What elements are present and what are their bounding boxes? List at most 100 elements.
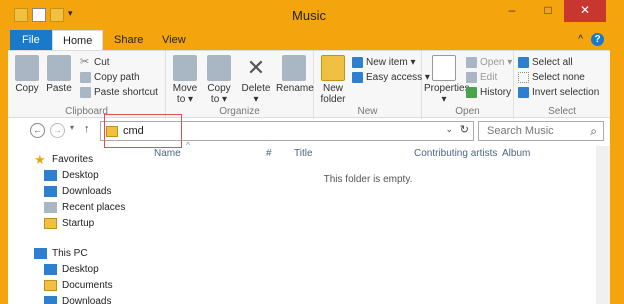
history-button[interactable]: History	[466, 87, 511, 98]
copy-path-button[interactable]: Copy path	[80, 72, 140, 83]
tab-home[interactable]: Home	[52, 30, 104, 50]
nav-pc-desktop[interactable]: Desktop	[44, 264, 99, 275]
nav-this-pc[interactable]: This PC	[34, 248, 88, 259]
nav-recent-places[interactable]: Recent places	[44, 202, 125, 213]
nav-favorites[interactable]: ★ Favorites	[34, 153, 94, 166]
search-box[interactable]: Search Music ⌕	[478, 121, 604, 141]
search-icon[interactable]: ⌕	[590, 124, 597, 139]
downloads-icon	[44, 296, 57, 304]
nav-downloads[interactable]: Downloads	[44, 186, 111, 197]
recent-places-icon	[44, 202, 57, 213]
nav-desktop[interactable]: Desktop	[44, 170, 99, 181]
downloads-icon	[44, 186, 57, 197]
column-header-contributing-artists[interactable]: Contributing artists	[414, 148, 497, 159]
forward-button[interactable]: →	[50, 123, 65, 138]
copy-to-icon	[207, 55, 231, 81]
nav-pc-downloads[interactable]: Downloads	[44, 296, 111, 304]
paste-label: Paste	[46, 83, 72, 94]
new-item-label: New item ▾	[366, 57, 416, 68]
empty-folder-message: This folder is empty.	[323, 174, 413, 185]
refresh-icon[interactable]: ↻	[460, 123, 469, 136]
delete-arrow: ▾	[253, 94, 259, 105]
column-header-number[interactable]: #	[266, 148, 272, 159]
invert-selection-label: Invert selection	[532, 87, 600, 98]
select-none-label: Select none	[532, 72, 585, 83]
minimize-button[interactable]: –	[498, 0, 526, 22]
back-button[interactable]: ←	[30, 123, 45, 138]
select-all-label: Select all	[532, 57, 573, 68]
nav-desktop-label: Desktop	[62, 170, 99, 181]
title-bar: ▾ Music – □ ✕	[8, 0, 610, 30]
move-to-button[interactable]: Move to ▾	[170, 55, 200, 105]
select-none-button[interactable]: Select none	[518, 72, 585, 83]
select-all-button[interactable]: Select all	[518, 57, 573, 68]
navigation-bar: ← → ▾ ↑ cmd ⌄ ↻ Search Music ⌕	[8, 120, 610, 142]
search-input[interactable]: Search Music	[487, 125, 554, 137]
cut-label: Cut	[94, 57, 110, 68]
collapse-ribbon-button[interactable]: ^	[578, 34, 583, 45]
open-button[interactable]: Open ▾	[466, 57, 512, 68]
nav-pc-documents[interactable]: Documents	[44, 280, 113, 291]
recent-locations-icon[interactable]: ▾	[70, 123, 74, 132]
column-header-name[interactable]: Name	[154, 148, 181, 159]
ribbon-controls: ^ ?	[578, 33, 604, 46]
copy-to-button[interactable]: Copy to ▾	[204, 55, 234, 105]
new-folder-button[interactable]: New folder	[318, 55, 348, 105]
up-button[interactable]: ↑	[84, 123, 90, 135]
select-all-icon	[518, 57, 529, 68]
organize-group-label: Organize	[219, 106, 260, 117]
copy-button[interactable]: Copy	[12, 55, 42, 94]
nav-pc-documents-label: Documents	[62, 280, 113, 291]
rename-label: Rename	[276, 83, 314, 94]
nav-startup[interactable]: Startup	[44, 218, 94, 229]
select-group-label: Select	[548, 106, 576, 117]
new-group: New folder New item ▾ Easy access ▾ New	[314, 51, 430, 119]
new-item-button[interactable]: New item ▾	[352, 57, 415, 68]
tab-share[interactable]: Share	[104, 30, 153, 50]
invert-selection-icon	[518, 87, 529, 98]
chevron-down-icon[interactable]: ⌄	[445, 124, 453, 135]
select-none-icon	[518, 72, 529, 83]
properties-arrow: ▾	[441, 94, 447, 105]
computer-icon	[34, 248, 47, 259]
edit-button[interactable]: Edit	[466, 72, 497, 83]
new-folder-label: New folder	[320, 83, 346, 105]
highlight-box	[104, 114, 182, 148]
paste-button[interactable]: Paste	[42, 55, 76, 94]
ribbon: Copy Paste ✂ Cut Copy path Paste shortcu…	[8, 50, 610, 119]
move-to-label: Move to ▾	[172, 83, 198, 105]
paste-shortcut-label: Paste shortcut	[94, 87, 158, 98]
rename-icon	[282, 55, 306, 81]
nav-favorites-label: Favorites	[52, 154, 94, 165]
column-header-title[interactable]: Title	[294, 148, 313, 159]
desktop-icon	[44, 170, 57, 181]
rename-button[interactable]: Rename	[276, 55, 314, 94]
new-folder-icon	[321, 55, 345, 81]
easy-access-button[interactable]: Easy access ▾	[352, 72, 430, 83]
paste-shortcut-button[interactable]: Paste shortcut	[80, 87, 158, 98]
help-icon[interactable]: ?	[591, 33, 604, 46]
delete-button[interactable]: ✕ Delete ▾	[240, 55, 272, 105]
organize-group: Move to ▾ Copy to ▾ ✕ Delete ▾ Rename Or…	[166, 51, 314, 119]
delete-label: Delete	[241, 83, 271, 94]
cut-button[interactable]: ✂ Cut	[80, 57, 110, 69]
history-label: History	[480, 87, 512, 98]
maximize-button[interactable]: □	[534, 0, 562, 22]
column-header-album[interactable]: Album	[502, 148, 530, 159]
paste-icon	[47, 55, 71, 81]
tab-view[interactable]: View	[152, 30, 196, 50]
properties-label: Properties	[424, 83, 470, 94]
sort-indicator-icon: ^	[186, 141, 190, 150]
clipboard-group: Copy Paste ✂ Cut Copy path Paste shortcu…	[8, 51, 166, 119]
history-icon	[466, 87, 477, 98]
invert-selection-button[interactable]: Invert selection	[518, 87, 599, 98]
nav-startup-label: Startup	[62, 218, 95, 229]
scrollbar[interactable]	[596, 146, 610, 304]
desktop-icon	[44, 264, 57, 275]
close-button[interactable]: ✕	[564, 0, 606, 22]
folder-icon	[44, 218, 57, 229]
copy-path-label: Copy path	[94, 72, 140, 83]
properties-button[interactable]: Properties ▾	[424, 55, 470, 105]
tab-file[interactable]: File	[10, 30, 52, 50]
open-group-label: Open	[455, 106, 480, 117]
